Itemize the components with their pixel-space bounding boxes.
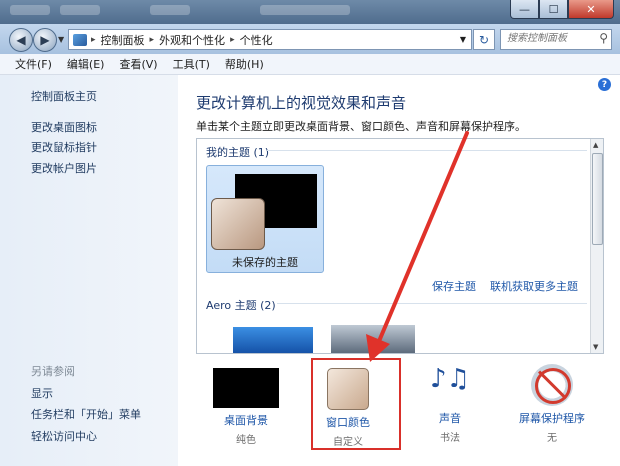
window-controls: — ☐ ✕ xyxy=(510,0,614,19)
sidebar-link-desktop-icons[interactable]: 更改桌面图标 xyxy=(31,119,97,135)
sound-icon: ♪♫ xyxy=(430,364,470,394)
see-also-heading: 另请参阅 xyxy=(31,365,75,378)
sound-setting[interactable]: ♪♫ 声音 书法 xyxy=(400,364,500,444)
blurred-title-text xyxy=(150,5,190,15)
theme-list-scrollbar[interactable]: ▲ ▼ xyxy=(590,139,603,353)
breadcrumb-item[interactable]: ▸ 控制面板 xyxy=(91,32,145,48)
forward-arrow-icon: ▶ xyxy=(40,33,50,47)
page-title: 更改计算机上的视觉效果和声音 xyxy=(196,94,407,112)
menu-help[interactable]: 帮助(H) xyxy=(225,56,264,72)
address-bar: ◀ ▶ ▼ ▸控制面板 ▸外观和个性化 ▸个性化 ▼ ↻ ⚲ xyxy=(0,24,620,54)
desktop-background-icon xyxy=(213,368,279,408)
breadcrumb-chevron-icon: ▸ xyxy=(230,34,235,45)
blurred-title-text xyxy=(260,5,350,15)
menu-view[interactable]: 查看(V) xyxy=(119,56,157,72)
search-box[interactable]: ⚲ xyxy=(500,29,612,50)
blurred-title-text xyxy=(60,5,100,15)
sidebar-link-ease-of-access[interactable]: 轻松访问中心 xyxy=(31,428,97,444)
title-bar: — ☐ ✕ xyxy=(0,0,620,24)
aero-themes-group-label: Aero 主题 (2) xyxy=(206,299,276,312)
minimize-button[interactable]: — xyxy=(510,0,539,19)
group-divider xyxy=(277,303,587,304)
scrollbar-thumb[interactable] xyxy=(592,153,603,245)
sound-value: 书法 xyxy=(440,433,460,444)
aero-theme-windows7[interactable] xyxy=(233,327,313,353)
blurred-title-text xyxy=(10,5,50,15)
desktop-background-setting[interactable]: 桌面背景 纯色 xyxy=(196,364,296,446)
control-panel-icon xyxy=(73,33,87,46)
breadcrumb[interactable]: ▸ 控制面板 ▸ 外观和个性化 ▸ 个性化 ▼ xyxy=(68,29,472,50)
scroll-up-icon[interactable]: ▲ xyxy=(593,141,598,149)
sidebar-link-display[interactable]: 显示 xyxy=(31,385,53,401)
screensaver-icon xyxy=(531,364,573,406)
page-description: 单击某个主题立即更改桌面背景、窗口颜色、声音和屏幕保护程序。 xyxy=(196,120,526,133)
maximize-button[interactable]: ☐ xyxy=(539,0,568,19)
desktop-background-label[interactable]: 桌面背景 xyxy=(196,412,296,428)
breadcrumb-item[interactable]: ▸ 个性化 xyxy=(230,32,273,48)
breadcrumb-chevron-icon: ▸ xyxy=(91,34,96,45)
menu-bar: 文件(F) 编辑(E) 查看(V) 工具(T) 帮助(H) xyxy=(0,54,620,75)
theme-name: 未保存的主题 xyxy=(232,256,298,269)
forward-button[interactable]: ▶ xyxy=(33,28,57,52)
aero-theme-architecture[interactable] xyxy=(331,325,415,353)
menu-tools[interactable]: 工具(T) xyxy=(173,56,210,72)
theme-window-color-preview xyxy=(211,198,265,250)
scroll-down-icon[interactable]: ▼ xyxy=(593,343,598,351)
back-arrow-icon: ◀ xyxy=(16,33,26,47)
breadcrumb-chevron-icon: ▸ xyxy=(149,34,155,45)
search-icon[interactable]: ⚲ xyxy=(599,31,608,45)
screensaver-setting[interactable]: 屏幕保护程序 无 xyxy=(502,364,602,444)
sidebar-link-control-panel-home[interactable]: 控制面板主页 xyxy=(31,88,97,104)
menu-edit[interactable]: 编辑(E) xyxy=(67,56,105,72)
breadcrumb-item[interactable]: ▸ 外观和个性化 xyxy=(150,32,226,48)
highlight-box xyxy=(311,358,401,450)
get-more-themes-link[interactable]: 联机获取更多主题 xyxy=(490,278,578,294)
screensaver-label[interactable]: 屏幕保护程序 xyxy=(502,410,602,426)
save-theme-link[interactable]: 保存主题 xyxy=(432,278,476,294)
menu-file[interactable]: 文件(F) xyxy=(15,56,52,72)
search-input[interactable] xyxy=(501,30,593,47)
my-themes-group-label: 我的主题 (1) xyxy=(206,146,270,159)
desktop-background-value: 纯色 xyxy=(236,435,256,446)
sidebar-link-taskbar[interactable]: 任务栏和「开始」菜单 xyxy=(31,406,141,422)
sidebar-link-mouse-pointers[interactable]: 更改鼠标指针 xyxy=(31,139,97,155)
refresh-icon: ↻ xyxy=(478,32,490,47)
theme-unsaved[interactable]: 未保存的主题 xyxy=(206,165,324,273)
sound-label[interactable]: 声音 xyxy=(400,410,500,426)
group-divider xyxy=(267,150,587,151)
screensaver-value: 无 xyxy=(547,433,557,444)
help-icon[interactable]: ? xyxy=(598,78,611,91)
refresh-button[interactable]: ↻ xyxy=(473,29,495,50)
back-button[interactable]: ◀ xyxy=(9,28,33,52)
theme-list: 我的主题 (1) 未保存的主题 保存主题 联机获取更多主题 Aero 主题 (2… xyxy=(196,138,604,354)
close-button[interactable]: ✕ xyxy=(568,0,614,19)
history-dropdown-icon[interactable]: ▼ xyxy=(58,35,64,44)
address-dropdown-icon[interactable]: ▼ xyxy=(460,35,466,44)
sidebar-link-account-picture[interactable]: 更改帐户图片 xyxy=(31,160,97,176)
sidebar: 控制面板主页 更改桌面图标 更改鼠标指针 更改帐户图片 另请参阅 显示 任务栏和… xyxy=(0,75,178,466)
